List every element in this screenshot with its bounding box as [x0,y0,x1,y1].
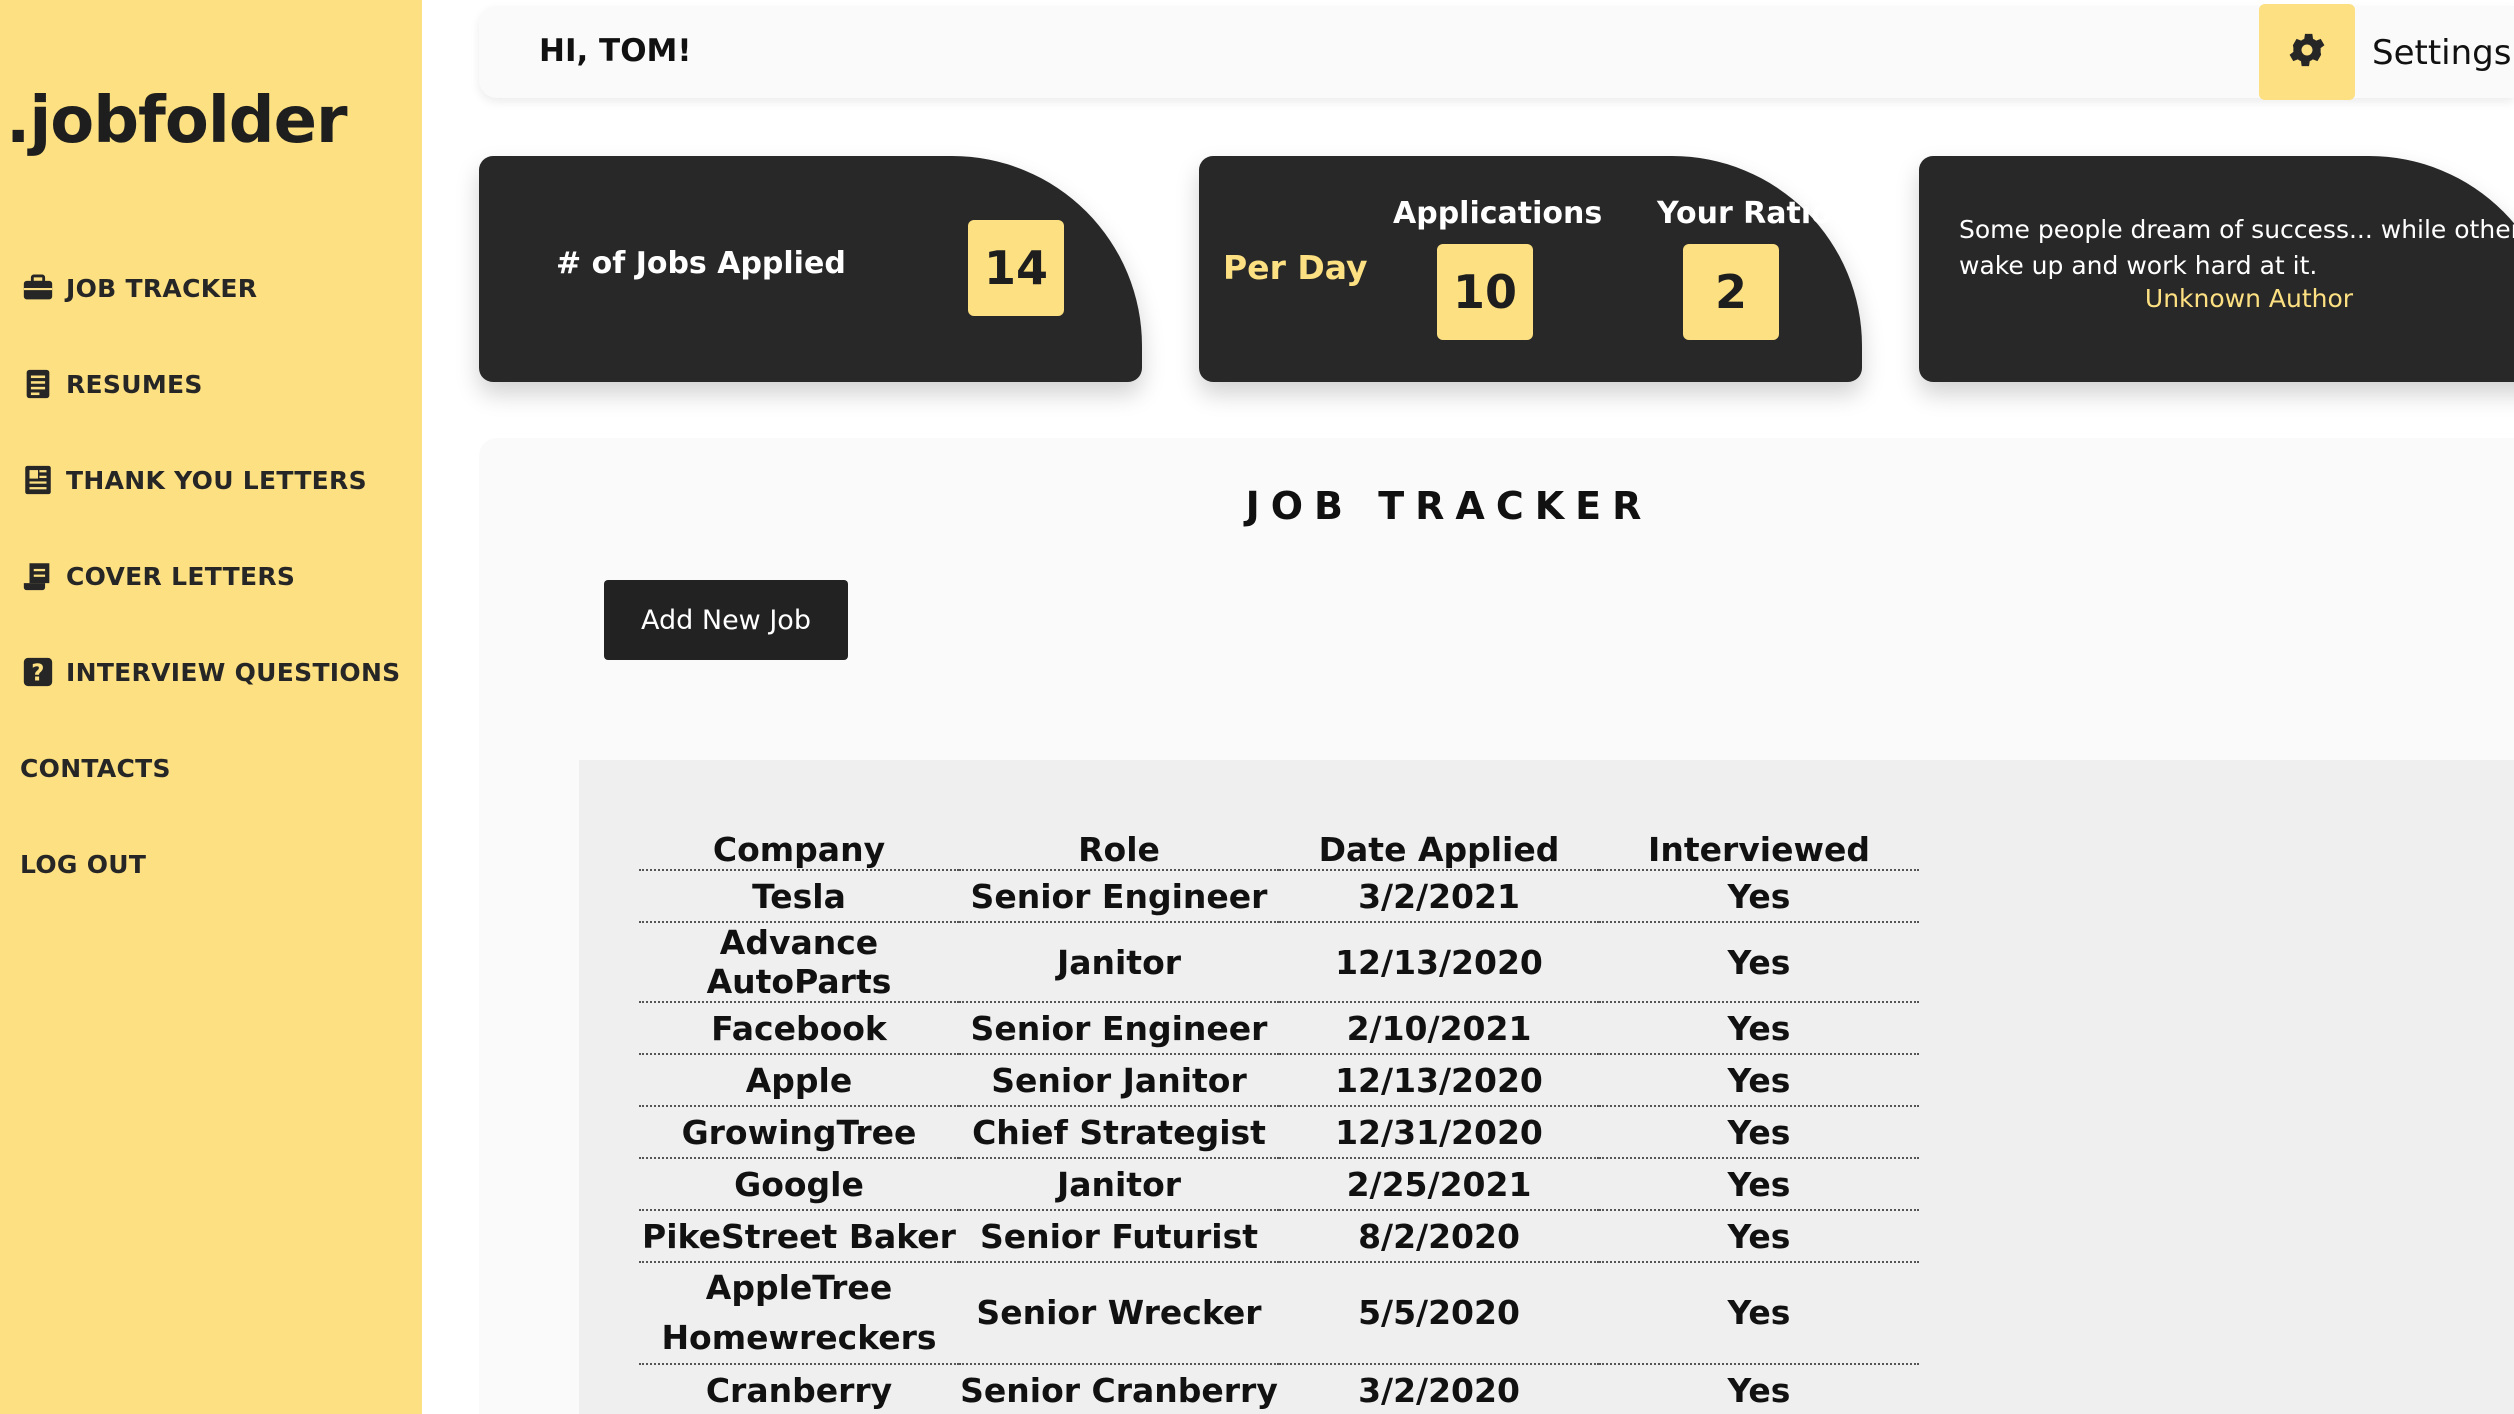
per-day-card: Per Day Applications 10 Your Ratio 2 [1199,156,1862,382]
cell-interviewed: Yes [1599,1210,1919,1263]
briefcase-icon [20,270,56,306]
cell-company: Advance AutoParts [639,922,959,1003]
table-row[interactable]: AppleTree Homewreckers Senior Wrecker 5/5/… [639,1262,1919,1365]
sidebar-item-interview-questions[interactable]: ? INTERVIEW QUESTIONS [20,648,400,696]
table-row[interactable]: Apple Senior Janitor 12/13/2020 Yes [639,1054,1919,1107]
table-row[interactable]: Advance AutoParts Janitor 12/13/2020 Yes [639,922,1919,1003]
table-row[interactable]: Facebook Senior Engineer 2/10/2021 Yes [639,1002,1919,1055]
sidebar-item-label: THANK YOU LETTERS [66,465,367,495]
cell-company: Apple [639,1054,959,1107]
cell-company: Google [639,1158,959,1211]
sidebar-item-job-tracker[interactable]: JOB TRACKER [20,264,257,312]
cell-role: Senior Wrecker [959,1262,1279,1365]
settings-button[interactable] [2259,4,2355,100]
quote-card: Some people dream of success... while ot… [1919,156,2514,382]
per-day-label: Per Day [1223,248,1368,287]
cell-date-applied: 5/5/2020 [1279,1262,1599,1365]
cell-company: PikeStreet Baker [639,1210,959,1263]
sidebar: .jobfolder JOB TRACKER RESUMES THANK YOU… [0,0,422,1414]
cell-date-applied: 3/2/2021 [1279,870,1599,923]
scroll-icon [20,558,56,594]
svg-text:?: ? [31,661,45,687]
sidebar-item-label: LOG OUT [20,849,147,879]
cell-role: Senior Futurist [959,1210,1279,1263]
job-table: Company Role Date Applied Interviewed Te… [639,820,1919,1414]
cell-company: Tesla [639,870,959,923]
applications-count: 10 [1437,244,1533,340]
cell-role: Janitor [959,922,1279,1003]
cell-role: Senior Janitor [959,1054,1279,1107]
cell-date-applied: 12/13/2020 [1279,1054,1599,1107]
cell-interviewed: Yes [1599,870,1919,923]
cell-date-applied: 2/10/2021 [1279,1002,1599,1055]
table-row[interactable]: PikeStreet Baker Senior Futurist 8/2/2020 Y… [639,1210,1919,1263]
cell-role: Chief Strategist [959,1106,1279,1159]
cell-interviewed: Yes [1599,1158,1919,1211]
sidebar-item-contacts[interactable]: CONTACTS [20,744,171,792]
sidebar-item-label: JOB TRACKER [66,273,258,303]
cell-interviewed: Yes [1599,1106,1919,1159]
greeting-text: HI, TOM! [539,33,692,69]
cell-interviewed: Yes [1599,922,1919,1003]
cell-date-applied: 12/13/2020 [1279,922,1599,1003]
cell-role: Senior Engineer [959,870,1279,923]
cell-date-applied: 3/2/2020 [1279,1364,1599,1414]
table-row[interactable]: GrowingTree Chief Strategist 12/31/2020 Yes [639,1106,1919,1159]
sidebar-item-log-out[interactable]: LOG OUT [20,840,146,888]
sidebar-item-resumes[interactable]: RESUMES [20,360,203,408]
sidebar-item-cover-letters[interactable]: COVER LETTERS [20,552,295,600]
table-row[interactable]: Cranberry Senior Cranberry 3/2/2020 Yes [639,1364,1919,1414]
cell-role: Janitor [959,1158,1279,1211]
question-icon: ? [20,654,56,690]
cell-date-applied: 8/2/2020 [1279,1210,1599,1263]
job-table-container: Company Role Date Applied Interviewed Te… [579,760,2514,1414]
jobs-applied-card: # of Jobs Applied 14 [479,156,1142,382]
add-new-job-button[interactable]: Add New Job [604,580,848,660]
cell-date-applied: 12/31/2020 [1279,1106,1599,1159]
document-icon [20,366,56,402]
cell-company: AppleTree Homewreckers [639,1262,959,1365]
cell-role: Senior Engineer [959,1002,1279,1055]
quote-text: Some people dream of success... while ot… [1959,215,2514,280]
table-row[interactable]: Tesla Senior Engineer 3/2/2021 Yes [639,870,1919,923]
job-tracker-panel: JOB TRACKER Add New Job Company Role Dat… [479,438,2514,1414]
cell-interviewed: Yes [1599,1364,1919,1414]
applications-label: Applications [1393,196,1603,231]
column-header-company[interactable]: Company [639,820,959,871]
ratio-value: 2 [1683,244,1779,340]
newspaper-icon [20,462,56,498]
table-row[interactable]: Google Janitor 2/25/2021 Yes [639,1158,1919,1211]
jobs-applied-label: # of Jobs Applied [556,246,846,281]
page-title: JOB TRACKER [1245,484,1653,528]
sidebar-item-label: CONTACTS [20,753,171,783]
cell-interviewed: Yes [1599,1054,1919,1107]
quote-author: Unknown Author [2144,284,2354,313]
app-logo[interactable]: .jobfolder [6,84,348,158]
ratio-label: Your Ratio [1657,196,1832,231]
cell-company: Facebook [639,1002,959,1055]
cell-company: Cranberry [639,1364,959,1414]
settings-link[interactable]: Settings [2372,33,2511,73]
sidebar-item-label: INTERVIEW QUESTIONS [66,657,401,687]
header-bar: HI, TOM! Settings [479,4,2514,100]
sidebar-item-thank-you-letters[interactable]: THANK YOU LETTERS [20,456,367,504]
gear-icon [2285,28,2329,76]
sidebar-item-label: COVER LETTERS [66,561,296,591]
cell-interviewed: Yes [1599,1002,1919,1055]
cell-interviewed: Yes [1599,1262,1919,1365]
cell-company: GrowingTree [639,1106,959,1159]
column-header-date-applied[interactable]: Date Applied [1279,820,1599,871]
cell-date-applied: 2/25/2021 [1279,1158,1599,1211]
sidebar-item-label: RESUMES [66,369,203,399]
column-header-role[interactable]: Role [959,820,1279,871]
cell-role: Senior Cranberry [959,1364,1279,1414]
table-header-row: Company Role Date Applied Interviewed [639,820,1919,871]
column-header-interviewed[interactable]: Interviewed [1599,820,1919,871]
jobs-applied-count: 14 [968,220,1064,316]
